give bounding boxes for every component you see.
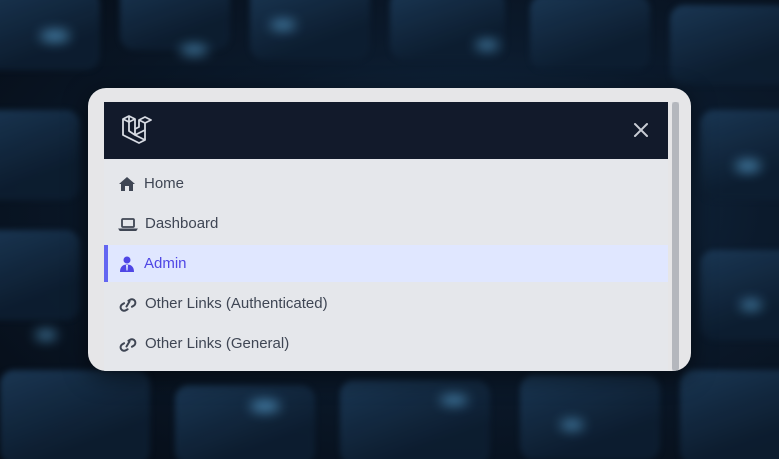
nav-item-label: Admin bbox=[144, 255, 187, 272]
nav-item-label: Other Links (General) bbox=[145, 335, 290, 352]
laravel-logo-icon[interactable] bbox=[120, 114, 152, 146]
nav-item-home[interactable]: Home bbox=[104, 165, 668, 202]
nav-item-label: Dashboard bbox=[145, 215, 219, 232]
mobile-nav-panel: Home Dashboard Admin Other Links (Authen… bbox=[104, 102, 668, 371]
app-window: Home Dashboard Admin Other Links (Authen… bbox=[88, 88, 691, 371]
nav-menu: Home Dashboard Admin Other Links (Authen… bbox=[104, 159, 668, 362]
nav-item-admin[interactable]: Admin bbox=[104, 245, 668, 282]
nav-item-other-links-general[interactable]: Other Links (General) bbox=[104, 325, 668, 362]
user-icon bbox=[118, 255, 136, 273]
nav-item-label: Other Links (Authenticated) bbox=[145, 295, 328, 312]
scrollbar[interactable] bbox=[672, 102, 679, 371]
link-icon bbox=[118, 335, 138, 353]
nav-header bbox=[104, 102, 668, 159]
nav-item-dashboard[interactable]: Dashboard bbox=[104, 205, 668, 242]
laptop-icon bbox=[118, 215, 138, 233]
nav-item-label: Home bbox=[144, 175, 185, 192]
link-icon bbox=[118, 295, 138, 313]
home-icon bbox=[118, 175, 136, 193]
scrollbar-thumb[interactable] bbox=[672, 102, 679, 371]
nav-item-other-links-authenticated[interactable]: Other Links (Authenticated) bbox=[104, 285, 668, 322]
close-icon[interactable] bbox=[630, 119, 652, 141]
